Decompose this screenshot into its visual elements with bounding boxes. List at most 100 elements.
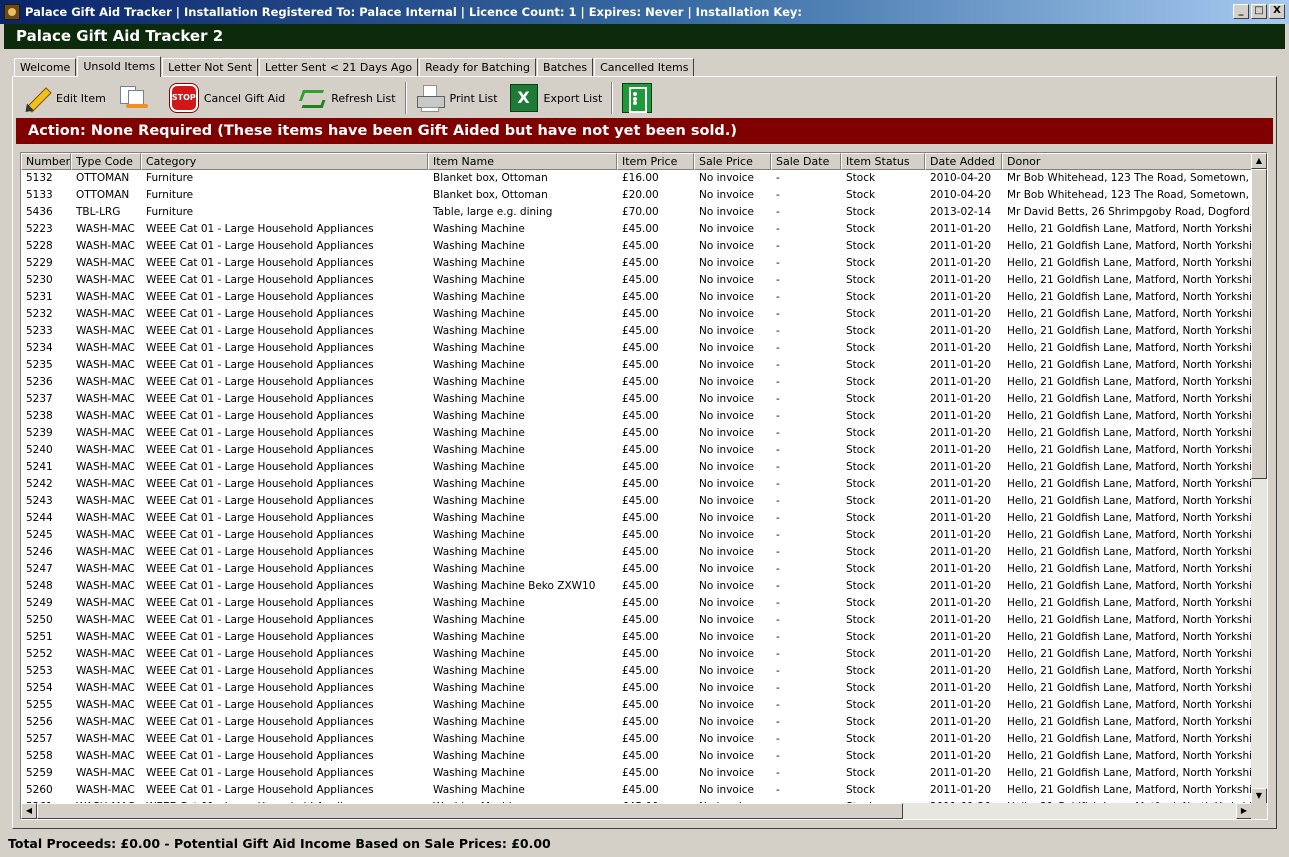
column-header-category[interactable]: Category xyxy=(141,153,428,170)
table-row[interactable]: 5241 WASH-MAC WEEE Cat 01 - Large Househol… xyxy=(21,459,1252,476)
table-row[interactable]: 5237 WASH-MAC WEEE Cat 01 - Large Househol… xyxy=(21,391,1252,408)
table-row[interactable]: 5133 OTTOMAN Furniture Blanket box, Ottoman… xyxy=(21,187,1252,204)
cell-type-code: WASH-MAC xyxy=(76,495,135,507)
cell-sale-date: - xyxy=(776,376,780,388)
table-row[interactable]: 5238 WASH-MAC WEEE Cat 01 - Large Househol… xyxy=(21,408,1252,425)
table-row[interactable]: 5250 WASH-MAC WEEE Cat 01 - Large Househol… xyxy=(21,612,1252,629)
table-row[interactable]: 5248 WASH-MAC WEEE Cat 01 - Large Househol… xyxy=(21,578,1252,595)
cell-date-added: 2011-01-20 xyxy=(930,648,992,660)
column-header-sale-date[interactable]: Sale Date xyxy=(771,153,841,170)
cell-donor: Mr Bob Whitehead, 123 The Road, Sometown… xyxy=(1007,189,1252,201)
table-row[interactable]: 5252 WASH-MAC WEEE Cat 01 - Large Househol… xyxy=(21,646,1252,663)
table-row[interactable]: 5233 WASH-MAC WEEE Cat 01 - Large Househol… xyxy=(21,323,1252,340)
table-row[interactable]: 5247 WASH-MAC WEEE Cat 01 - Large Househol… xyxy=(21,561,1252,578)
table-row[interactable]: 5244 WASH-MAC WEEE Cat 01 - Large Househol… xyxy=(21,510,1252,527)
table-row[interactable]: 5132 OTTOMAN Furniture Blanket box, Ottoman… xyxy=(21,170,1252,187)
maximize-button[interactable]: □ xyxy=(1251,4,1267,19)
tab-unsold-items[interactable]: Unsold Items xyxy=(77,56,162,77)
edit-item-button[interactable]: Edit Item xyxy=(16,81,112,115)
cell-date-added: 2011-01-20 xyxy=(930,393,992,405)
table-row[interactable]: 5234 WASH-MAC WEEE Cat 01 - Large Househol… xyxy=(21,340,1252,357)
refresh-list-button[interactable]: Refresh List xyxy=(291,81,401,115)
tab-letter-sent-recent[interactable]: Letter Sent < 21 Days Ago xyxy=(259,58,419,77)
column-header-item-price[interactable]: Item Price xyxy=(617,153,694,170)
table-row[interactable]: 5246 WASH-MAC WEEE Cat 01 - Large Househol… xyxy=(21,544,1252,561)
minimize-button[interactable]: _ xyxy=(1233,4,1249,19)
tab-welcome[interactable]: Welcome xyxy=(14,58,77,77)
cell-category: WEEE Cat 01 - Large Household Appliances xyxy=(146,767,374,779)
vertical-scroll-thumb[interactable] xyxy=(1251,169,1267,479)
table-row[interactable]: 5242 WASH-MAC WEEE Cat 01 - Large Househol… xyxy=(21,476,1252,493)
column-header-type-code[interactable]: Type Code xyxy=(71,153,141,170)
table-row[interactable]: 5259 WASH-MAC WEEE Cat 01 - Large Househol… xyxy=(21,765,1252,782)
table-row[interactable]: 5253 WASH-MAC WEEE Cat 01 - Large Househol… xyxy=(21,663,1252,680)
table-row[interactable]: 5436 TBL-LRG Furniture Table, large e.g. di… xyxy=(21,204,1252,221)
grid-body: 5132 OTTOMAN Furniture Blanket box, Ottoman… xyxy=(21,170,1252,804)
cancel-gift-aid-button[interactable]: STOP Cancel Gift Aid xyxy=(164,81,291,115)
cell-sale-date: - xyxy=(776,393,780,405)
exit-button[interactable] xyxy=(616,81,658,115)
print-list-button[interactable]: Print List xyxy=(410,81,504,115)
table-row[interactable]: 5260 WASH-MAC WEEE Cat 01 - Large Househol… xyxy=(21,782,1252,799)
cell-date-added: 2011-01-20 xyxy=(930,376,992,388)
table-row[interactable]: 5245 WASH-MAC WEEE Cat 01 - Large Househol… xyxy=(21,527,1252,544)
cell-sale-price: No invoice xyxy=(699,325,754,337)
edit-document-button[interactable] xyxy=(112,81,164,115)
export-list-button[interactable]: X Export List xyxy=(504,81,609,115)
cell-item-price: £45.00 xyxy=(622,359,659,371)
tab-ready-for-batching[interactable]: Ready for Batching xyxy=(419,58,536,77)
horizontal-scrollbar[interactable]: ◀ ▶ xyxy=(21,803,1252,819)
close-button[interactable]: X xyxy=(1269,4,1285,19)
cell-type-code: WASH-MAC xyxy=(76,478,135,490)
horizontal-scroll-thumb[interactable] xyxy=(37,803,903,819)
tab-letter-not-sent[interactable]: Letter Not Sent xyxy=(162,58,259,77)
table-row[interactable]: 5249 WASH-MAC WEEE Cat 01 - Large Househol… xyxy=(21,595,1252,612)
column-header-number[interactable]: Number xyxy=(21,153,71,170)
table-row[interactable]: 5239 WASH-MAC WEEE Cat 01 - Large Househol… xyxy=(21,425,1252,442)
table-row[interactable]: 5240 WASH-MAC WEEE Cat 01 - Large Househol… xyxy=(21,442,1252,459)
table-row[interactable]: 5230 WASH-MAC WEEE Cat 01 - Large Househol… xyxy=(21,272,1252,289)
items-grid[interactable]: Number Type Code Category Item Name Item… xyxy=(20,152,1268,820)
scroll-left-button[interactable]: ◀ xyxy=(21,803,37,819)
table-row[interactable]: 5228 WASH-MAC WEEE Cat 01 - Large Househol… xyxy=(21,238,1252,255)
cell-number: 5233 xyxy=(26,325,53,337)
table-row[interactable]: 5258 WASH-MAC WEEE Cat 01 - Large Househol… xyxy=(21,748,1252,765)
table-row[interactable]: 5232 WASH-MAC WEEE Cat 01 - Large Househol… xyxy=(21,306,1252,323)
cell-sale-date: - xyxy=(776,699,780,711)
column-header-item-name[interactable]: Item Name xyxy=(428,153,617,170)
table-row[interactable]: 5251 WASH-MAC WEEE Cat 01 - Large Househol… xyxy=(21,629,1252,646)
tab-batches[interactable]: Batches xyxy=(537,58,594,77)
cell-date-added: 2011-01-20 xyxy=(930,240,992,252)
table-row[interactable]: 5256 WASH-MAC WEEE Cat 01 - Large Househol… xyxy=(21,714,1252,731)
table-row[interactable]: 5229 WASH-MAC WEEE Cat 01 - Large Househol… xyxy=(21,255,1252,272)
cell-donor: Hello, 21 Goldfish Lane, Matford, North … xyxy=(1007,427,1252,439)
table-row[interactable]: 5255 WASH-MAC WEEE Cat 01 - Large Househol… xyxy=(21,697,1252,714)
table-row[interactable]: 5236 WASH-MAC WEEE Cat 01 - Large Househol… xyxy=(21,374,1252,391)
cell-item-price: £45.00 xyxy=(622,767,659,779)
cell-item-price: £45.00 xyxy=(622,716,659,728)
cell-category: WEEE Cat 01 - Large Household Appliances xyxy=(146,495,374,507)
cell-item-status: Stock xyxy=(846,495,876,507)
cell-type-code: WASH-MAC xyxy=(76,376,135,388)
cell-date-added: 2011-01-20 xyxy=(930,733,992,745)
column-header-date-added[interactable]: Date Added xyxy=(925,153,1002,170)
table-row[interactable]: 5223 WASH-MAC WEEE Cat 01 - Large Househol… xyxy=(21,221,1252,238)
scroll-up-button[interactable]: ▲ xyxy=(1251,153,1267,169)
vertical-scrollbar[interactable]: ▲ ▼ xyxy=(1251,153,1267,804)
cell-item-status: Stock xyxy=(846,274,876,286)
scroll-right-button[interactable]: ▶ xyxy=(1236,803,1252,819)
scroll-down-button[interactable]: ▼ xyxy=(1251,788,1267,804)
column-header-sale-price[interactable]: Sale Price xyxy=(694,153,771,170)
window-titlebar[interactable]: Palace Gift Aid Tracker | Installation R… xyxy=(0,0,1289,24)
cell-item-price: £45.00 xyxy=(622,410,659,422)
table-row[interactable]: 5254 WASH-MAC WEEE Cat 01 - Large Househol… xyxy=(21,680,1252,697)
table-row[interactable]: 5243 WASH-MAC WEEE Cat 01 - Large Househol… xyxy=(21,493,1252,510)
column-header-item-status[interactable]: Item Status xyxy=(841,153,925,170)
cell-number: 5240 xyxy=(26,444,53,456)
column-header-donor[interactable]: Donor xyxy=(1002,153,1252,170)
cell-number: 5251 xyxy=(26,631,53,643)
table-row[interactable]: 5231 WASH-MAC WEEE Cat 01 - Large Househol… xyxy=(21,289,1252,306)
table-row[interactable]: 5235 WASH-MAC WEEE Cat 01 - Large Househol… xyxy=(21,357,1252,374)
tab-cancelled-items[interactable]: Cancelled Items xyxy=(594,58,695,77)
table-row[interactable]: 5257 WASH-MAC WEEE Cat 01 - Large Househol… xyxy=(21,731,1252,748)
